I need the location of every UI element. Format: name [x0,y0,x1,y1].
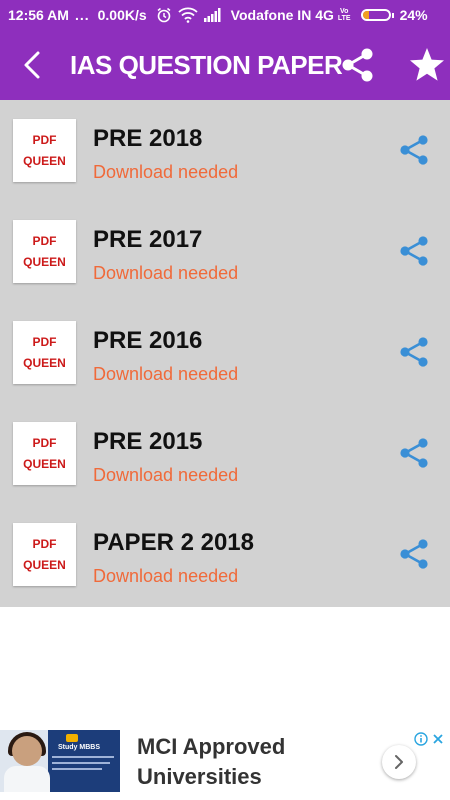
volte-icon: Vo LTE [338,8,351,22]
app-toolbar: IAS QUESTION PAPER [0,30,450,100]
item-status: Download needed [93,263,239,283]
volte-top-label: Vo [340,8,349,15]
question-paper-list: PDF QUEEN PRE 2018 Download needed PDF Q… [0,100,450,607]
battery-icon [360,9,394,21]
item-title: PRE 2015 [93,428,203,455]
pdf-queen-thumbnail: PDF QUEEN [13,220,76,283]
list-item[interactable]: PDF QUEEN PRE 2018 Download needed [0,100,450,201]
volte-bottom-label: LTE [337,15,351,22]
ad-headline-line1: MCI Approved [137,734,286,759]
status-network-speed: 0.00K/s [97,7,147,23]
page-title: IAS QUESTION PAPER [70,50,343,80]
chevron-right-icon[interactable] [382,745,416,779]
thumb-line1: PDF [32,334,57,349]
item-status: Download needed [93,364,239,384]
item-title: PRE 2017 [93,226,203,253]
thumb-line2: QUEEN [23,153,66,168]
ad-headline-line2: Universities [137,764,262,789]
ad-info-icon[interactable] [414,732,428,746]
item-status: Download needed [93,465,239,485]
share-icon[interactable] [397,335,431,369]
item-title: PRE 2016 [93,327,203,354]
status-dots: ... [74,7,90,23]
thumb-line2: QUEEN [23,557,66,572]
item-title: PAPER 2 2018 [93,529,254,556]
pdf-queen-thumbnail: PDF QUEEN [13,523,76,586]
thumb-line1: PDF [32,132,57,147]
status-carrier: Vodafone IN 4G [230,7,334,23]
ad-banner[interactable]: Study MBBS MCI Approved Universities [0,728,450,794]
list-item[interactable]: PDF QUEEN PRE 2017 Download needed [0,201,450,302]
wifi-icon [178,7,198,23]
status-time: 12:56 AM [8,7,69,23]
item-status: Download needed [93,162,239,182]
status-battery-percent: 24% [399,7,428,23]
share-icon[interactable] [397,537,431,571]
item-status: Download needed [93,566,239,586]
ad-headline[interactable]: MCI Approved Universities [137,732,285,792]
share-icon[interactable] [339,46,377,84]
list-item[interactable]: PDF QUEEN PRE 2015 Download needed [0,403,450,504]
ad-close-icon[interactable] [432,732,444,744]
pdf-queen-thumbnail: PDF QUEEN [13,119,76,182]
thumb-line1: PDF [32,233,57,248]
thumb-line2: QUEEN [23,456,66,471]
thumb-line2: QUEEN [23,355,66,370]
thumb-line2: QUEEN [23,254,66,269]
thumb-line1: PDF [32,435,57,450]
status-bar: 12:56 AM ... 0.00K/s Vodafone IN 4G Vo L… [0,0,450,30]
share-icon[interactable] [397,436,431,470]
share-icon[interactable] [397,133,431,167]
item-title: PRE 2018 [93,125,203,152]
signal-icon [203,8,222,22]
battery-level [362,11,369,19]
pdf-queen-thumbnail: PDF QUEEN [13,321,76,384]
alarm-icon [156,7,172,23]
back-arrow-icon[interactable] [18,50,48,80]
list-item[interactable]: PDF QUEEN PRE 2016 Download needed [0,302,450,403]
star-icon[interactable] [408,46,446,84]
ad-image-label: Study MBBS [58,744,100,751]
pdf-queen-thumbnail: PDF QUEEN [13,422,76,485]
ad-image[interactable]: Study MBBS [0,730,120,792]
thumb-line1: PDF [32,536,57,551]
list-item[interactable]: PDF QUEEN PAPER 2 2018 Download needed [0,504,450,605]
share-icon[interactable] [397,234,431,268]
